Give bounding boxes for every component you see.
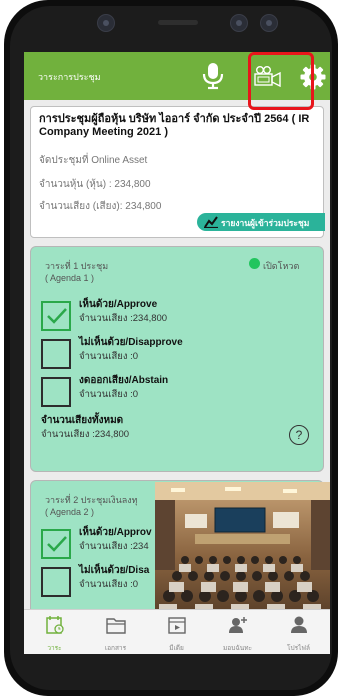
checkbox-approve[interactable] [41,301,71,331]
nav-label: โปรไฟล์ [287,645,310,652]
microphone-icon[interactable] [202,62,224,90]
option-label: งดออกเสียง/Abstain [79,375,169,386]
option-label: เห็นด้วย/Approve [79,299,158,310]
add-person-icon [229,617,247,633]
agenda-icon [46,616,64,634]
media-icon [168,617,186,634]
earpiece-speaker [158,20,198,25]
option-votes: จำนวนเสียง :0 [79,351,139,362]
attendee-report-label: รายงานผู้เข้าร่วมประชุม [221,218,310,228]
checkmark-icon [47,536,67,552]
meeting-title: การประชุมผู้ถือหุ้น บริษัท ไออาร์ จำกัด … [39,113,310,138]
checkbox-abstain[interactable] [41,377,71,407]
nav-item-media[interactable]: มีเดีย [146,610,207,654]
option-votes: จำนวนเสียง :0 [79,579,139,590]
phone-frame: วาระการประชุม การประชุมผู้ถือหุ้น บริษัท… [4,0,338,696]
vote-status: เปิดโหวต [249,258,300,273]
app-bar-title: วาระการประชุม [38,72,101,82]
nav-item-agenda[interactable]: วาระ [24,610,85,654]
profile-icon [291,616,307,633]
bottom-navigation: วาระ เอกสาร มีเดีย มอบฉันทะ โปรไฟล์ [24,609,330,654]
front-camera [230,14,248,32]
front-sensor [260,14,278,32]
meeting-info-card: การประชุมผู้ถือหุ้น บริษัท ไออาร์ จำกัด … [30,106,325,238]
chart-icon [204,216,218,228]
agenda-title: วาระที่ 2 ประชุมเงินลงทุ [45,495,138,505]
nav-label: วาระ [47,645,62,652]
total-votes-value: จำนวนเสียง :234,800 [41,429,130,440]
agenda-title: วาระที่ 1 ประชุม [45,261,109,271]
vote-status-label: เปิดโหวต [263,261,300,271]
meeting-votes: จำนวนเสียง (เสียง): 234,800 [39,201,162,212]
option-votes: จำนวนเสียง :0 [79,389,139,400]
agenda-subtitle: ( Agenda 2 ) [45,507,95,517]
option-label: เห็นด้วย/Approv [79,527,152,538]
checkmark-icon [47,308,67,324]
checkbox-disapprove[interactable] [41,339,71,369]
checkbox-disapprove[interactable] [41,567,71,597]
nav-item-proxy[interactable]: มอบฉันทะ [207,610,268,654]
agenda-card-1: วาระที่ 1 ประชุม ( Agenda 1 ) เปิดโหวต เ… [30,246,324,472]
proximity-sensor [97,14,115,32]
checkbox-approve[interactable] [41,529,71,559]
nav-item-documents[interactable]: เอกสาร [85,610,146,654]
video-button-highlight [248,52,314,110]
agenda-subtitle: ( Agenda 1 ) [45,273,95,283]
help-icon[interactable]: ? [289,425,309,445]
folder-icon [106,618,126,634]
attendee-report-button[interactable]: รายงานผู้เข้าร่วมประชุม [197,213,325,231]
option-label: ไม่เห็นด้วย/Disa [79,565,150,576]
nav-item-profile[interactable]: โปรไฟล์ [268,610,329,654]
option-votes: จำนวนเสียง :234 [79,541,149,552]
app-screen: วาระการประชุม การประชุมผู้ถือหุ้น บริษัท… [24,52,330,654]
vote-open-indicator [249,258,260,269]
option-label: ไม่เห็นด้วย/Disapprove [79,337,183,348]
nav-label: มอบฉันทะ [223,645,252,652]
option-votes: จำนวนเสียง :234,800 [79,313,168,324]
nav-label: มีเดีย [169,645,184,652]
nav-label: เอกสาร [104,645,127,652]
meeting-shares: จำนวนหุ้น (หุ้น) : 234,800 [39,179,151,190]
meeting-location: จัดประชุมที่ Online Asset [39,155,148,166]
total-votes-label: จำนวนเสียงทั้งหมด [41,415,124,426]
